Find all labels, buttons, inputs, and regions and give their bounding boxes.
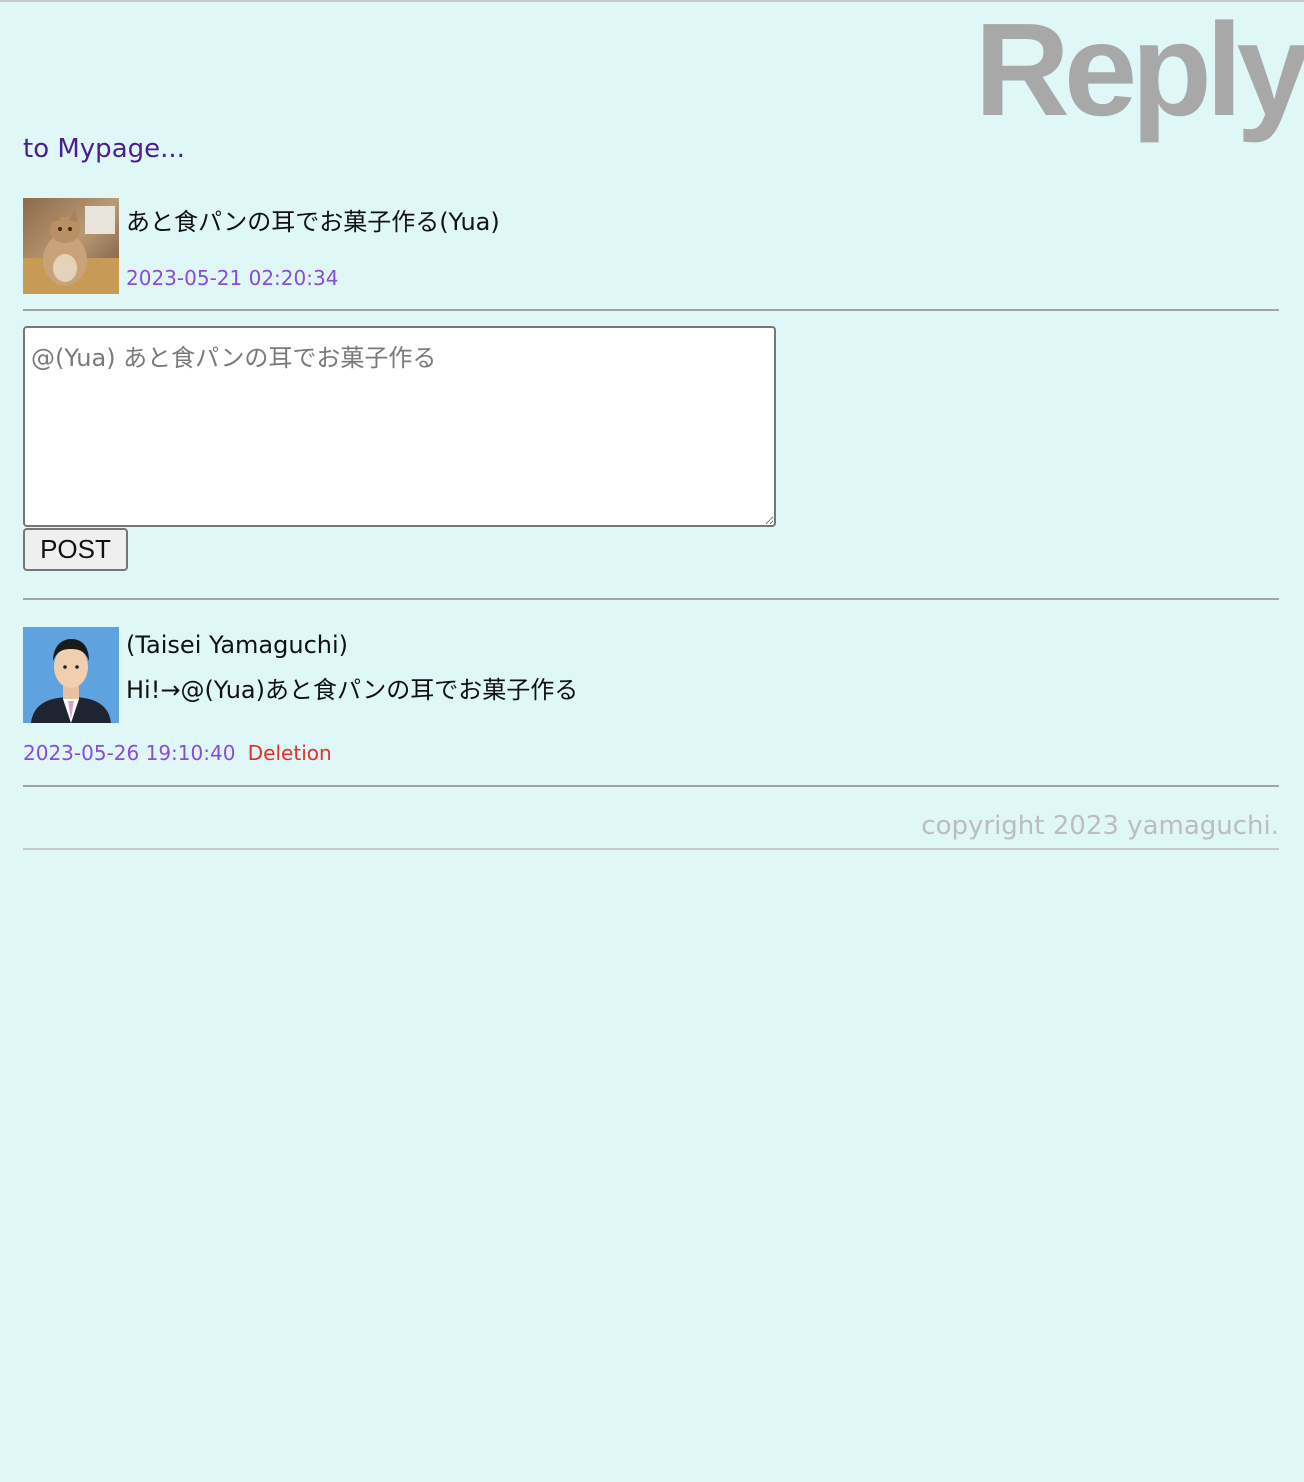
mypage-link[interactable]: to Mypage... — [23, 134, 185, 164]
reply-meta: 2023-05-26 19:10:40 Deletion — [23, 741, 332, 765]
reply-body: Hi!→@(Yua)あと食パンの耳でお菓子作る — [126, 676, 579, 704]
reply-textarea[interactable] — [23, 326, 776, 527]
page-title: Reply — [974, 0, 1304, 143]
reply-form: POST — [23, 326, 776, 571]
footer-divider — [23, 848, 1279, 850]
cat-avatar-icon[interactable] — [23, 198, 119, 294]
divider — [23, 785, 1279, 787]
divider — [23, 309, 1279, 311]
copyright: copyright 2023 yamaguchi. — [921, 811, 1279, 841]
person-avatar-icon[interactable] — [23, 627, 119, 723]
post-timestamp: 2023-05-21 02:20:34 — [126, 266, 339, 290]
reply-author: (Taisei Yamaguchi) — [126, 631, 349, 659]
divider — [23, 598, 1279, 600]
post-button[interactable]: POST — [23, 528, 128, 571]
post-text: あと食パンの耳でお菓子作る(Yua) — [126, 208, 500, 236]
delete-link[interactable]: Deletion — [248, 741, 332, 765]
reply-timestamp: 2023-05-26 19:10:40 — [23, 741, 236, 765]
